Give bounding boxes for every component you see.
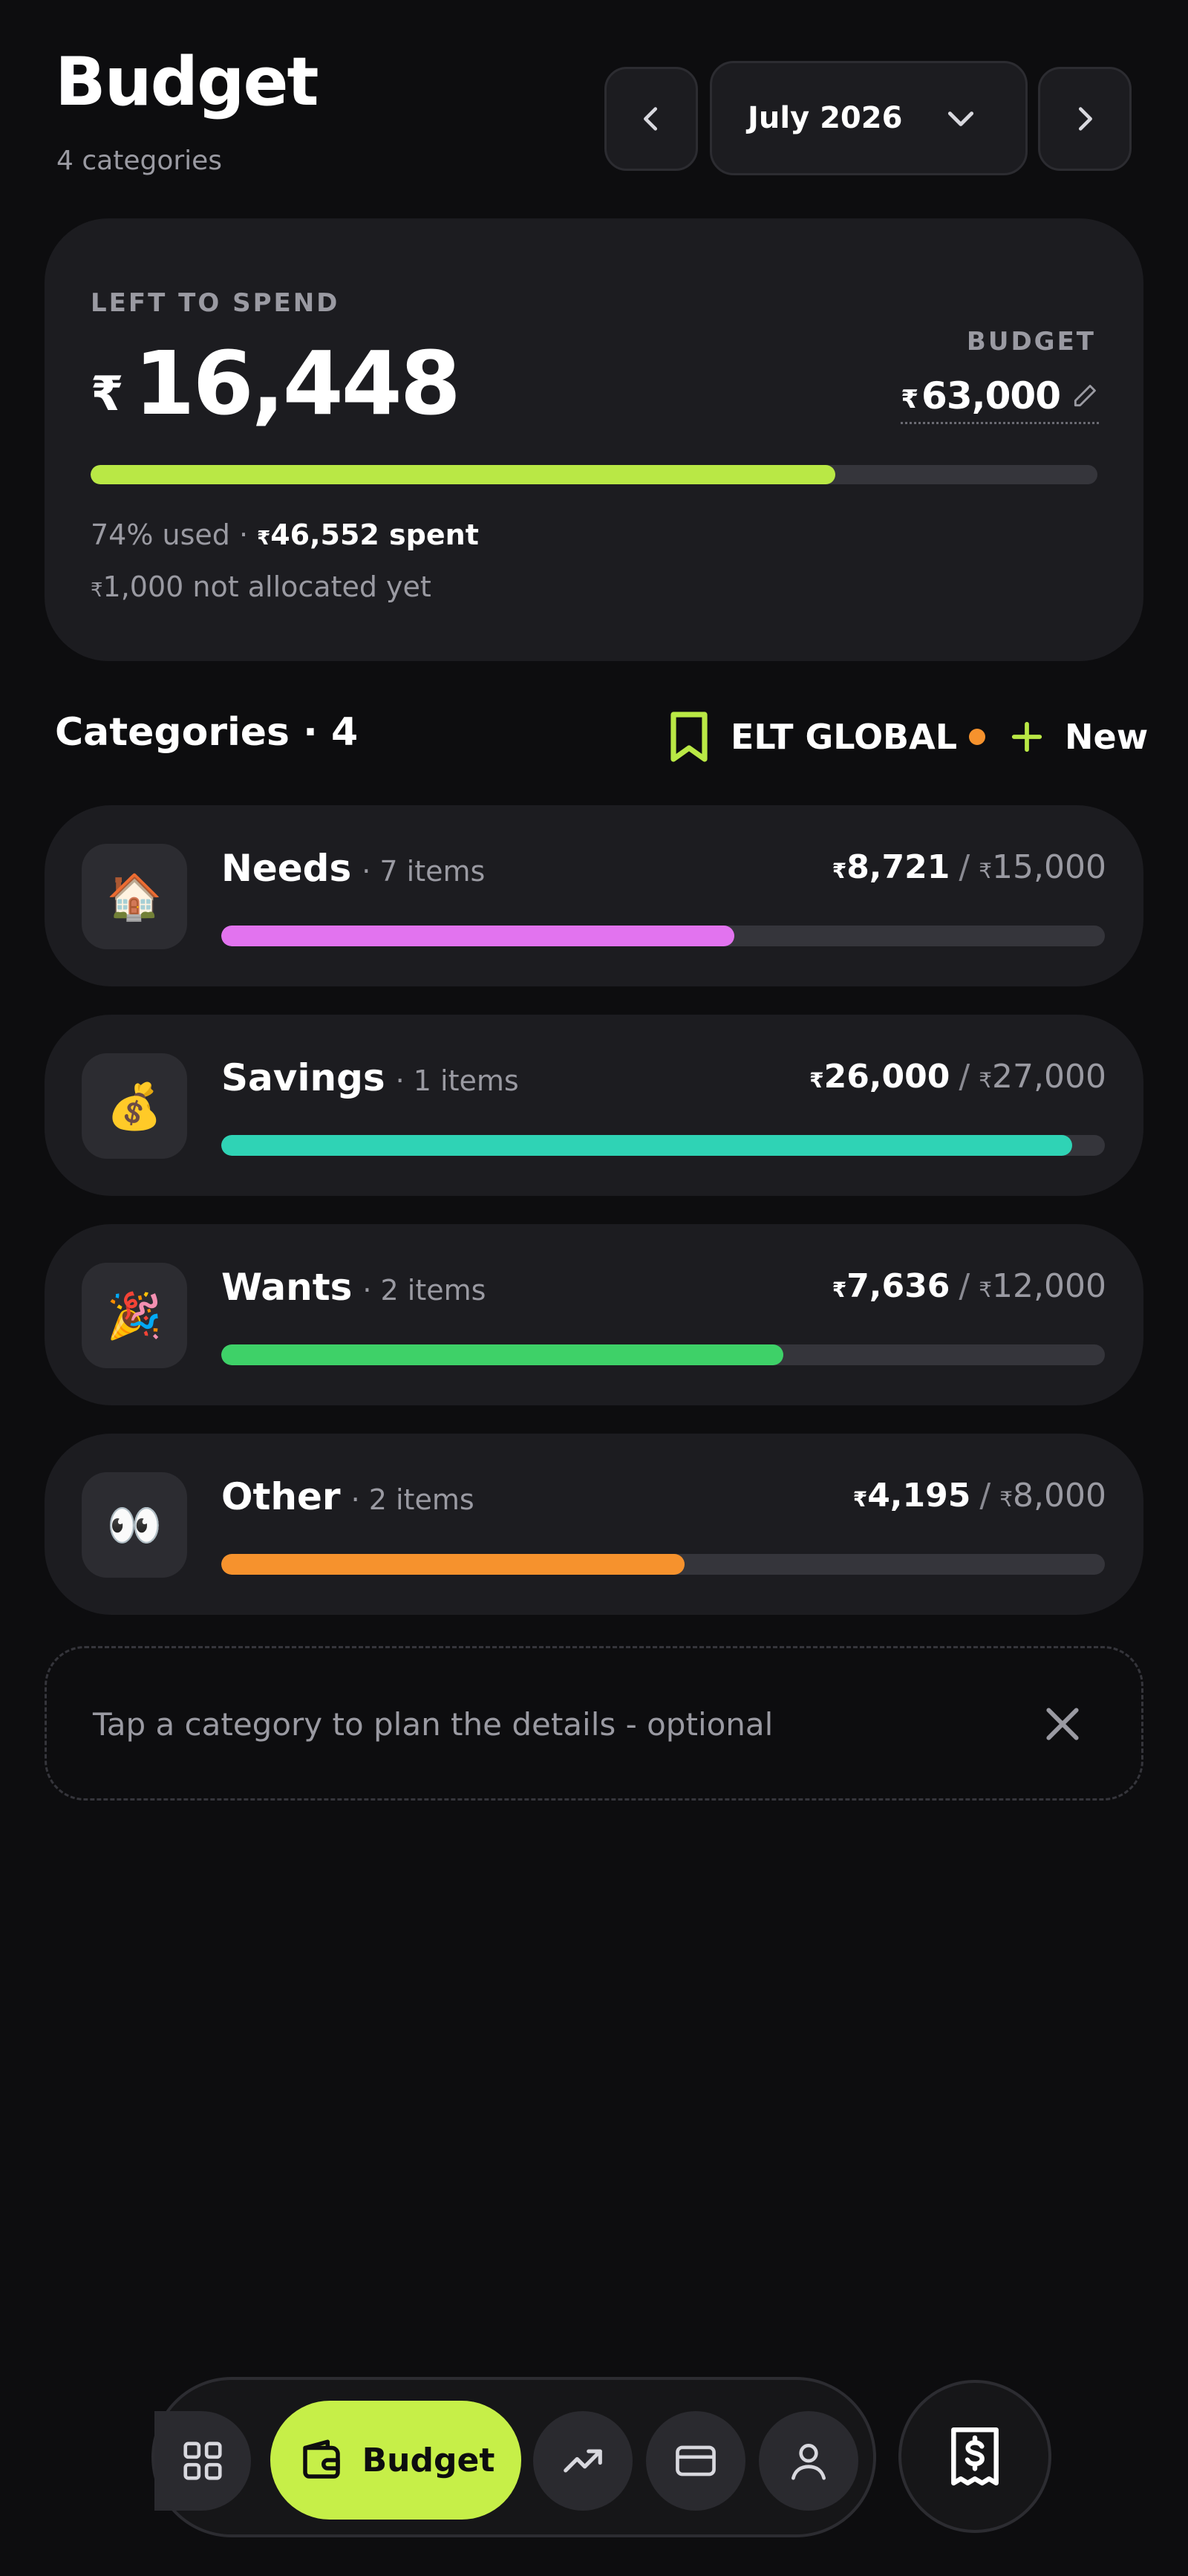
usage-summary: 74% used · ₹46,552 spent — [91, 518, 479, 551]
category-name: Wants · 2 items — [221, 1266, 486, 1309]
category-amounts: ₹8,721/₹15,000 — [832, 848, 1106, 886]
category-card-wants[interactable]: 🎉 Wants · 2 items ₹7,636/₹12,000 — [45, 1224, 1143, 1405]
category-progress-bar — [221, 1554, 1105, 1575]
category-name: Needs · 7 items — [221, 847, 486, 890]
close-icon[interactable] — [1039, 1700, 1086, 1748]
scan-receipt-button[interactable] — [898, 2380, 1051, 2533]
category-card-needs[interactable]: 🏠 Needs · 7 items ₹8,721/₹15,000 — [45, 805, 1143, 986]
nav-budget-label: Budget — [362, 2441, 495, 2479]
tip-banner: Tap a category to plan the details - opt… — [45, 1646, 1143, 1801]
previous-month-button[interactable] — [604, 67, 698, 171]
new-category-label: New — [1065, 717, 1149, 757]
budget-label: BUDGET — [966, 327, 1096, 357]
month-label: July 2026 — [748, 101, 903, 135]
category-amounts: ₹26,000/₹27,000 — [809, 1058, 1106, 1096]
house-icon: 🏠 — [82, 844, 187, 949]
category-card-other[interactable]: 👀 Other · 2 items ₹4,195/₹8,000 — [45, 1434, 1143, 1615]
receipt-icon — [951, 2427, 999, 2486]
category-name: Savings · 1 items — [221, 1056, 519, 1099]
used-percent-text: 74% used · — [91, 518, 249, 551]
pencil-icon — [1074, 385, 1096, 407]
edit-budget-button[interactable]: ₹ 63,000 — [901, 374, 1099, 424]
category-progress-fill — [221, 1554, 685, 1575]
header: Budget 4 categories July 2026 — [0, 0, 1188, 193]
wallet-icon — [302, 2439, 340, 2479]
project-status-dot — [969, 729, 986, 745]
project-selector[interactable]: ELT GLOBAL — [667, 709, 986, 765]
party-popper-icon: 🎉 — [82, 1263, 187, 1368]
nav-accounts[interactable] — [646, 2411, 745, 2511]
month-selector[interactable]: July 2026 — [710, 61, 1028, 175]
nav-dashboard[interactable] — [154, 2411, 251, 2511]
budget-progress-bar — [91, 465, 1097, 484]
left-to-spend-label: LEFT TO SPEND — [91, 288, 340, 318]
nav-budget[interactable]: Budget — [270, 2401, 521, 2520]
category-progress-bar — [221, 926, 1105, 946]
category-progress-bar — [221, 1135, 1105, 1156]
category-progress-fill — [221, 1344, 783, 1365]
nav-profile[interactable] — [759, 2411, 858, 2511]
tip-text: Tap a category to plan the details - opt… — [93, 1706, 774, 1743]
trend-up-icon — [564, 2449, 602, 2473]
eyes-icon: 👀 — [82, 1472, 187, 1578]
chevron-left-icon — [644, 107, 658, 131]
page-title: Budget — [55, 43, 319, 121]
budget-summary-card: LEFT TO SPEND ₹ 16,448 BUDGET ₹ 63,000 7… — [45, 218, 1143, 661]
new-category-button[interactable]: New — [1010, 710, 1148, 764]
credit-card-icon — [676, 2445, 716, 2476]
category-progress-bar — [221, 1344, 1105, 1365]
bottom-navigation: Budget — [151, 2377, 876, 2537]
grid-icon — [183, 2442, 222, 2480]
bookmark-icon — [670, 712, 708, 762]
money-bag-icon: 💰 — [82, 1053, 187, 1159]
category-card-savings[interactable]: 💰 Savings · 1 items ₹26,000/₹27,000 — [45, 1015, 1143, 1196]
category-progress-fill — [221, 1135, 1072, 1156]
spent-text: ₹46,552 spent — [257, 518, 479, 551]
plus-icon — [1011, 721, 1042, 752]
next-month-button[interactable] — [1038, 67, 1132, 171]
currency-symbol: ₹ — [91, 367, 124, 422]
nav-insights[interactable] — [533, 2411, 633, 2511]
project-name: ELT GLOBAL — [731, 717, 958, 757]
chevron-right-icon — [1078, 107, 1092, 131]
left-to-spend-value: 16,448 — [134, 332, 461, 435]
categories-heading: Categories · 4 — [55, 710, 359, 755]
category-amounts: ₹4,195/₹8,000 — [852, 1477, 1106, 1515]
category-name: Other · 2 items — [221, 1475, 474, 1518]
user-icon — [792, 2444, 826, 2480]
budget-value: 63,000 — [921, 374, 1061, 417]
category-progress-fill — [221, 926, 735, 946]
left-to-spend-amount: ₹ 16,448 — [91, 332, 461, 435]
currency-symbol: ₹ — [901, 385, 919, 414]
chevron-down-icon — [947, 111, 974, 126]
unallocated-text: ₹1,000 not allocated yet — [91, 570, 431, 603]
category-amounts: ₹7,636/₹12,000 — [832, 1267, 1106, 1305]
page-subtitle: 4 categories — [56, 146, 223, 176]
budget-progress-fill — [91, 465, 836, 484]
